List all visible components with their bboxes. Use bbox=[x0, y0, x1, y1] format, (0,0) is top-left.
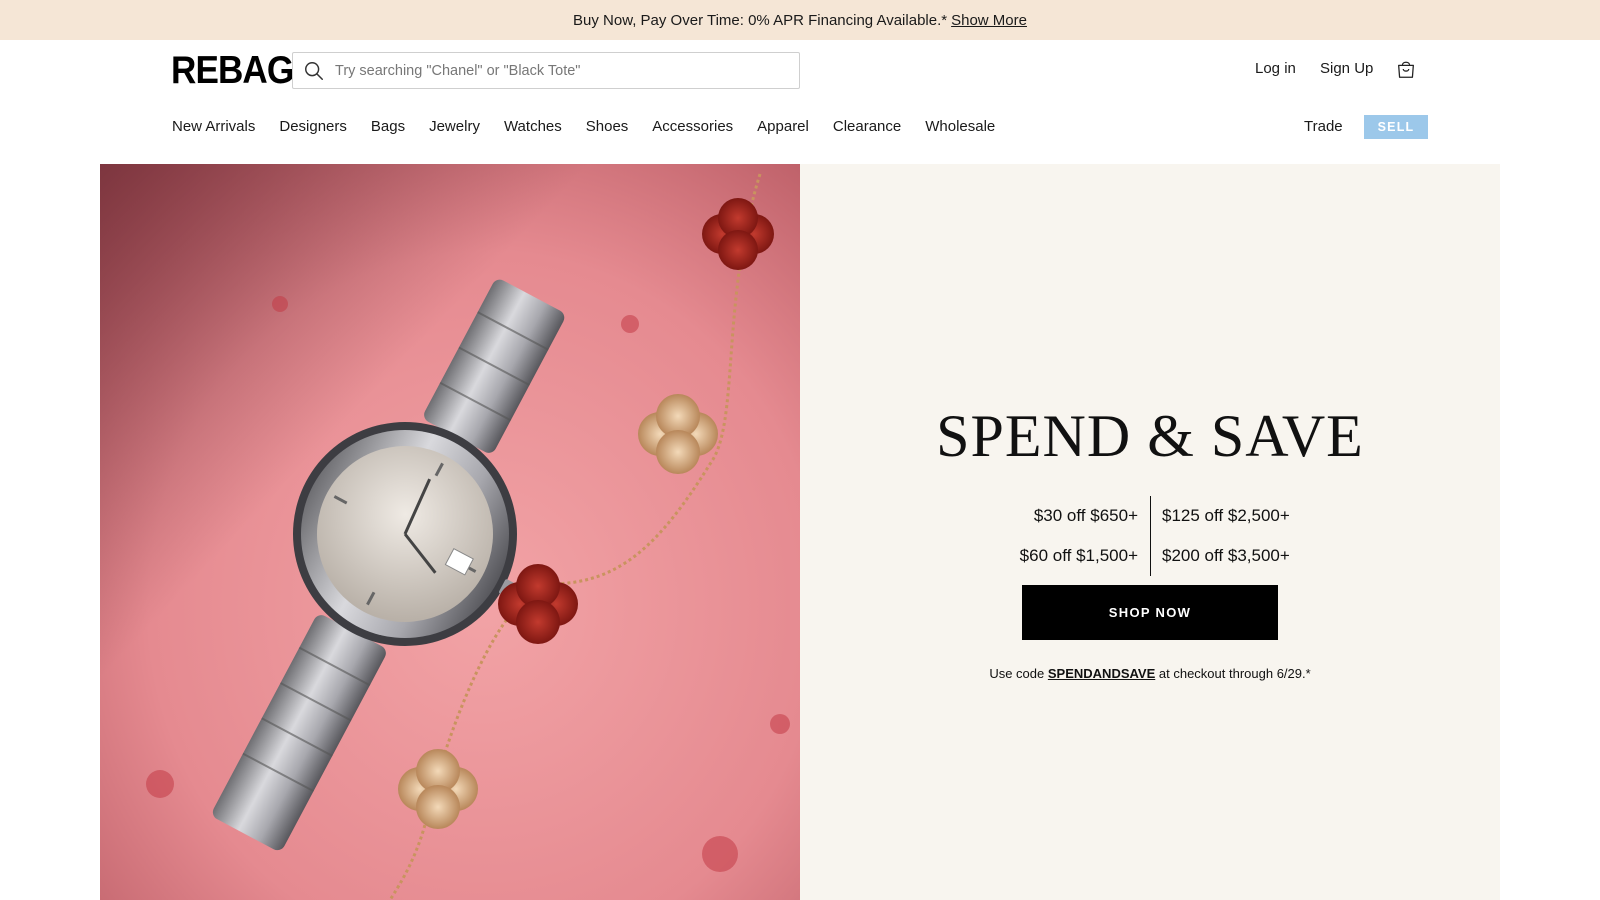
nav-watches[interactable]: Watches bbox=[504, 118, 562, 135]
tier-30: $30 off $650+ bbox=[1033, 506, 1138, 525]
login-link[interactable]: Log in bbox=[1255, 60, 1296, 77]
nav-bags[interactable]: Bags bbox=[371, 118, 405, 135]
promo-text: Buy Now, Pay Over Time: 0% APR Financing… bbox=[573, 11, 948, 29]
search-box[interactable] bbox=[292, 52, 800, 89]
promo-panel: SPEND & SAVE $30 off $650+ $60 off $1,50… bbox=[800, 164, 1500, 900]
promo-code-line: Use code SPENDANDSAVE at checkout throug… bbox=[800, 666, 1500, 681]
nav-apparel[interactable]: Apparel bbox=[757, 118, 809, 135]
nav-accessories[interactable]: Accessories bbox=[652, 118, 733, 135]
nav-designers[interactable]: Designers bbox=[279, 118, 347, 135]
nav-shoes[interactable]: Shoes bbox=[586, 118, 629, 135]
search-input[interactable] bbox=[335, 62, 775, 79]
sell-button[interactable]: SELL bbox=[1364, 115, 1428, 139]
watch-and-bracelet-photo-icon bbox=[100, 164, 800, 900]
discount-tiers: $30 off $650+ $60 off $1,500+ $125 off $… bbox=[950, 496, 1350, 576]
hero-banner: SPEND & SAVE $30 off $650+ $60 off $1,50… bbox=[100, 164, 1500, 900]
promo-code-link[interactable]: SPENDANDSAVE bbox=[1048, 666, 1155, 681]
code-suffix: at checkout through 6/29.* bbox=[1158, 666, 1311, 681]
hero-image[interactable] bbox=[100, 164, 800, 900]
search-icon bbox=[305, 61, 323, 80]
trade-link[interactable]: Trade bbox=[1304, 118, 1343, 135]
nav-clearance[interactable]: Clearance bbox=[833, 118, 901, 135]
show-more-link[interactable]: Show More bbox=[951, 12, 1027, 29]
code-prefix: Use code bbox=[989, 666, 1045, 681]
tier-divider bbox=[1150, 496, 1151, 576]
promo-banner: Buy Now, Pay Over Time: 0% APR Financing… bbox=[0, 0, 1600, 40]
rebag-logo[interactable]: REBAG bbox=[171, 51, 294, 90]
nav-wholesale[interactable]: Wholesale bbox=[925, 118, 995, 135]
nav-jewelry[interactable]: Jewelry bbox=[429, 118, 480, 135]
main-nav: New Arrivals Designers Bags Jewelry Watc… bbox=[172, 118, 1019, 135]
site-header: REBAG Log in Sign Up New Arrivals Design… bbox=[0, 40, 1600, 164]
signup-link[interactable]: Sign Up bbox=[1320, 60, 1373, 77]
tier-125: $125 off $2,500+ bbox=[1162, 506, 1290, 525]
tier-200: $200 off $3,500+ bbox=[1162, 546, 1290, 565]
tier-60: $60 off $1,500+ bbox=[1019, 546, 1138, 565]
shopping-bag-icon[interactable] bbox=[1395, 58, 1417, 80]
nav-new-arrivals[interactable]: New Arrivals bbox=[172, 118, 255, 135]
shop-now-button[interactable]: SHOP NOW bbox=[1022, 585, 1278, 640]
spend-save-headline: SPEND & SAVE bbox=[936, 403, 1364, 469]
